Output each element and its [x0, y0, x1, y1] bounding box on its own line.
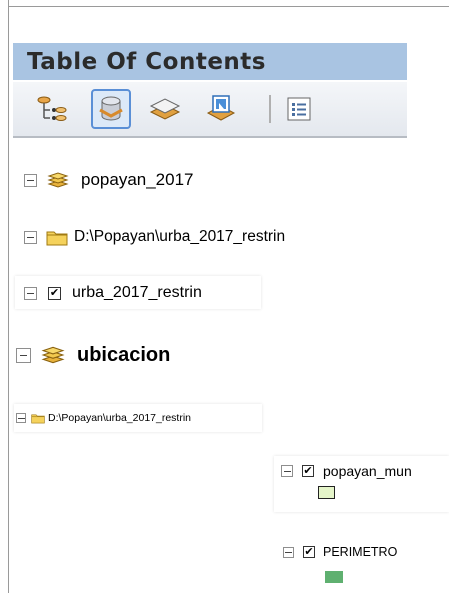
- symbol-swatch[interactable]: [318, 486, 335, 499]
- layer-label: popayan_mun: [323, 463, 412, 479]
- collapse-toggle[interactable]: [24, 286, 37, 300]
- list-by-source-button[interactable]: [91, 89, 131, 129]
- folder-icon: [31, 414, 45, 424]
- list-by-drawing-order-button[interactable]: [31, 89, 71, 129]
- tree-item-folder-2[interactable]: D:\Popayan\urba_2017_restrin: [16, 410, 191, 426]
- tree-item-group-popayan[interactable]: popayan_2017: [24, 170, 194, 190]
- layer-visibility-checkbox[interactable]: ✔: [303, 546, 315, 558]
- options-button[interactable]: [279, 89, 319, 129]
- toc-title: Table Of Contents: [27, 48, 266, 75]
- collapse-toggle[interactable]: [281, 465, 293, 477]
- list-by-selection-icon: [206, 95, 236, 121]
- list-by-selection-button[interactable]: [201, 89, 241, 129]
- collapse-toggle[interactable]: [16, 347, 31, 363]
- folder-icon: [46, 231, 68, 246]
- layer-label: PERIMETRO: [323, 545, 398, 559]
- layer-visibility-checkbox[interactable]: ✔: [302, 465, 314, 477]
- layers-stack-icon: [47, 172, 69, 188]
- tree-item-layer-perimetro[interactable]: ✔ PERIMETRO: [283, 543, 397, 561]
- list-by-source-icon: [99, 96, 123, 121]
- group-label: ubicacion: [77, 343, 171, 366]
- collapse-toggle[interactable]: [16, 413, 26, 423]
- layer-label: urba_2017_restrin: [72, 284, 202, 301]
- folder-path-label: D:\Popayan\urba_2017_restrin: [74, 228, 286, 245]
- collapse-toggle[interactable]: [283, 546, 294, 558]
- list-by-drawing-order-icon: [37, 96, 67, 121]
- list-by-visibility-button[interactable]: [145, 89, 185, 129]
- group-label: popayan_2017: [81, 170, 194, 189]
- layer-visibility-checkbox[interactable]: ✔: [48, 286, 61, 300]
- tree-item-layer-urba[interactable]: ✔ urba_2017_restrin: [24, 283, 202, 303]
- options-icon: [287, 97, 311, 121]
- tree-item-layer-popayan-mun[interactable]: ✔ popayan_mun: [281, 462, 412, 480]
- list-by-visibility-icon: [149, 98, 181, 120]
- folder-path-label: D:\Popayan\urba_2017_restrin: [48, 412, 192, 424]
- toc-toolbar: [13, 82, 407, 138]
- tree-item-folder-1[interactable]: D:\Popayan\urba_2017_restrin: [24, 227, 285, 247]
- tree-item-group-ubicacion[interactable]: ubicacion: [16, 343, 170, 367]
- symbol-swatch[interactable]: [325, 571, 343, 583]
- collapse-toggle[interactable]: [24, 230, 37, 244]
- collapse-toggle[interactable]: [24, 173, 37, 187]
- toolbar-separator: [269, 95, 271, 123]
- toc-title-bar: Table Of Contents: [13, 43, 407, 80]
- layers-stack-icon: [41, 346, 65, 364]
